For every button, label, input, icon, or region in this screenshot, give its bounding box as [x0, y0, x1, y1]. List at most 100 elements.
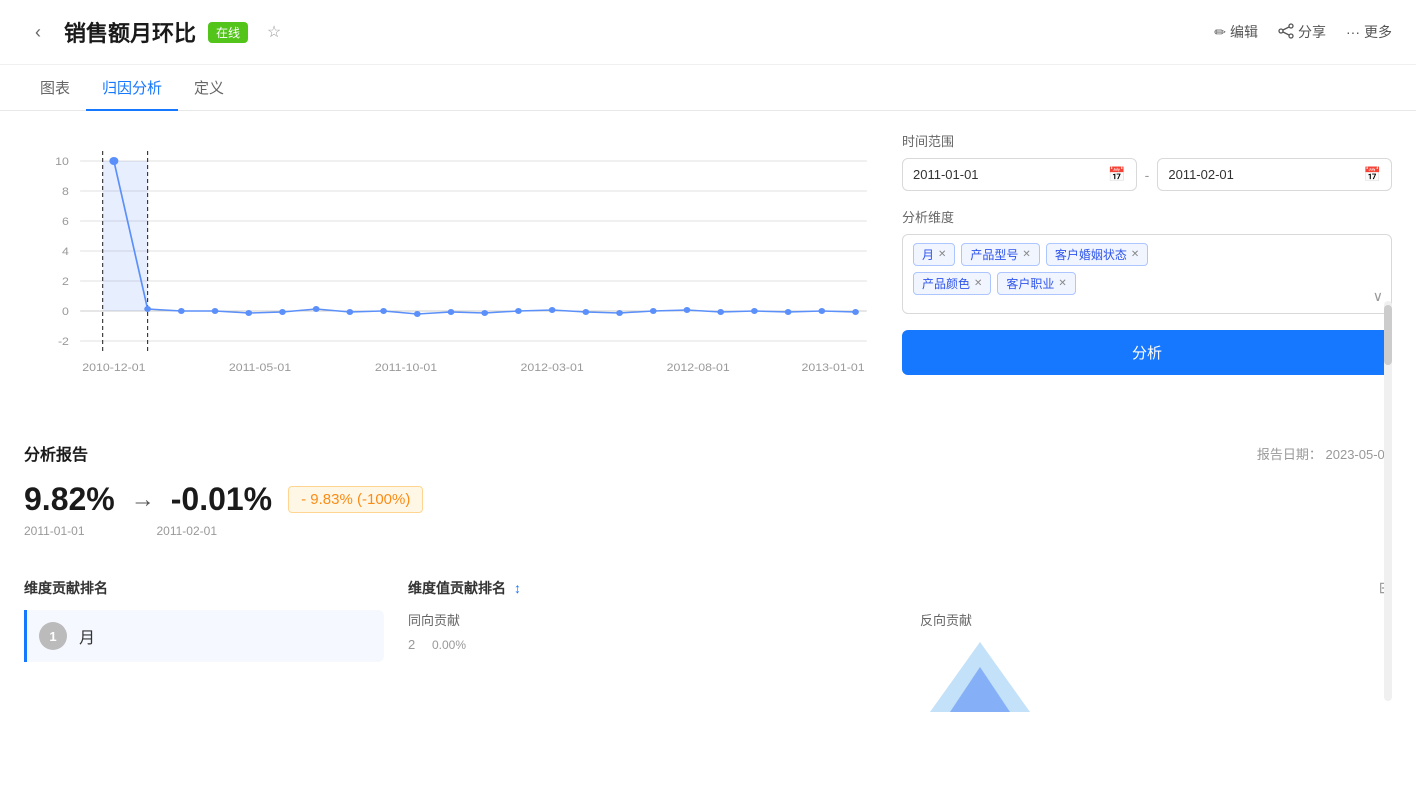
remove-product-type-icon[interactable]: ✕: [1022, 249, 1030, 260]
share-label: 分享: [1298, 22, 1326, 42]
svg-text:8: 8: [62, 186, 69, 198]
dimension-tags-row1: 月 ✕ 产品型号 ✕ 客户婚姻状态 ✕: [913, 243, 1381, 266]
dim-val-header: 维度值贡献排名 ↕ ⊞: [408, 578, 1392, 598]
line-chart: 10 8 6 4 2 0 -2 2010-12-01 2011-05-01 20…: [24, 131, 878, 421]
dim-val-ranking-panel: 维度值贡献排名 ↕ ⊞ 同向贡献 2 0.00% 反向贡献: [408, 578, 1392, 717]
edit-label: 编辑: [1230, 22, 1258, 42]
dimension-tag-customer-job-label: 客户职业: [1006, 275, 1054, 292]
svg-text:2011-05-01: 2011-05-01: [229, 362, 291, 374]
metric-row: 9.82% → -0.01% - 9.83% (-100%): [24, 481, 1392, 518]
svg-text:6: 6: [62, 216, 69, 228]
remove-product-color-icon[interactable]: ✕: [974, 278, 982, 289]
rank-name: 月: [79, 624, 95, 648]
remove-month-icon[interactable]: ✕: [938, 249, 946, 260]
report-header: 分析报告 报告日期： 2023-05-03: [24, 441, 1392, 465]
dimension-label: 分析维度: [902, 207, 1392, 226]
ranking-item: 1 月: [24, 610, 384, 662]
dimension-tag-product-type-label: 产品型号: [970, 246, 1018, 263]
time-range-section: 时间范围 2011-01-01 📅 - 2011-02-01 📅: [902, 131, 1392, 191]
dimension-tag-month-label: 月: [922, 246, 934, 263]
tab-chart[interactable]: 图表: [24, 65, 86, 110]
date-end-input[interactable]: 2011-02-01 📅: [1157, 158, 1392, 191]
dimension-section: 分析维度 月 ✕ 产品型号 ✕ 客户婚姻状态 ✕: [902, 207, 1392, 314]
svg-text:-2: -2: [58, 336, 69, 348]
dimension-tag-product-color-label: 产品颜色: [922, 275, 970, 292]
status-badge: 在线: [208, 22, 248, 43]
dimension-tags-row2: 产品颜色 ✕ 客户职业 ✕: [913, 272, 1381, 295]
positive-contrib-section: 同向贡献 2 0.00%: [408, 610, 880, 717]
tab-definition[interactable]: 定义: [178, 65, 240, 110]
contrib-item-val: 0.00%: [432, 638, 466, 652]
tab-attribution[interactable]: 归因分析: [86, 65, 178, 110]
contrib-item-num: 2: [408, 637, 424, 652]
svg-text:2012-03-01: 2012-03-01: [521, 362, 584, 374]
metric-from-value: 9.82%: [24, 481, 115, 518]
negative-contrib-chart: [920, 637, 1040, 717]
more-icon: ···: [1346, 24, 1360, 40]
right-filter-panel: 时间范围 2011-01-01 📅 - 2011-02-01 📅 分析维度 月: [902, 131, 1392, 421]
bottom-section: 维度贡献排名 1 月 维度值贡献排名 ↕ ⊞ 同向贡献 2 0.00% 反向贡献: [0, 578, 1416, 717]
svg-text:2010-12-01: 2010-12-01: [82, 362, 145, 374]
report-date-value: 2023-05-03: [1326, 447, 1393, 462]
report-title: 分析报告: [24, 441, 88, 465]
time-range-label: 时间范围: [902, 131, 1392, 150]
dimension-tag-product-color[interactable]: 产品颜色 ✕: [913, 272, 991, 295]
sort-icon[interactable]: ↕: [514, 580, 521, 596]
scrollbar-thumb[interactable]: [1384, 305, 1392, 365]
remove-customer-job-icon[interactable]: ✕: [1058, 278, 1066, 289]
analyze-button[interactable]: 分析: [902, 330, 1392, 375]
page-header: ‹ 销售额月环比 在线 ☆ ✏ 编辑 分享 ··· 更多: [0, 0, 1416, 65]
share-button[interactable]: 分享: [1278, 22, 1326, 42]
date-start-value: 2011-01-01: [913, 167, 979, 182]
dim-val-ranking-title: 维度值贡献排名: [408, 578, 506, 598]
chart-container: 10 8 6 4 2 0 -2 2010-12-01 2011-05-01 20…: [24, 131, 878, 421]
positive-contrib-label: 同向贡献: [408, 610, 880, 629]
metric-dates: 2011-01-01 2011-02-01: [24, 524, 1392, 538]
date-start-input[interactable]: 2011-01-01 📅: [902, 158, 1137, 191]
metric-date-to: 2011-02-01: [157, 524, 218, 538]
date-end-value: 2011-02-01: [1168, 167, 1234, 182]
svg-text:2011-10-01: 2011-10-01: [375, 362, 437, 374]
remove-marital-status-icon[interactable]: ✕: [1131, 249, 1139, 260]
calendar-start-icon: 📅: [1108, 166, 1125, 183]
svg-text:2013-01-01: 2013-01-01: [801, 362, 864, 374]
dimension-tag-product-type[interactable]: 产品型号 ✕: [961, 243, 1039, 266]
dimension-tags-container: 月 ✕ 产品型号 ✕ 客户婚姻状态 ✕ 产品颜色 ✕: [902, 234, 1392, 314]
negative-contrib-section: 反向贡献: [920, 610, 1392, 717]
arrow-icon: →: [131, 486, 155, 514]
dimension-tag-customer-job[interactable]: 客户职业 ✕: [997, 272, 1075, 295]
report-date: 报告日期： 2023-05-03: [1257, 444, 1392, 463]
more-button[interactable]: ··· 更多: [1346, 22, 1392, 42]
tab-bar: 图表 归因分析 定义: [0, 65, 1416, 111]
svg-text:2012-08-01: 2012-08-01: [667, 362, 730, 374]
date-range: 2011-01-01 📅 - 2011-02-01 📅: [902, 158, 1392, 191]
more-label: 更多: [1364, 22, 1392, 42]
positive-contrib-item: 2 0.00%: [408, 637, 880, 652]
metric-change-badge: - 9.83% (-100%): [288, 486, 423, 513]
dimension-tag-marital-status[interactable]: 客户婚姻状态 ✕: [1046, 243, 1148, 266]
svg-text:10: 10: [55, 156, 69, 168]
chart-panel: 10 8 6 4 2 0 -2 2010-12-01 2011-05-01 20…: [24, 131, 878, 421]
favorite-button[interactable]: ☆: [260, 18, 288, 46]
calendar-end-icon: 📅: [1364, 166, 1381, 183]
dimension-ranking-panel: 维度贡献排名 1 月: [24, 578, 384, 717]
edit-button[interactable]: ✏ 编辑: [1214, 22, 1258, 42]
expand-dimensions-button[interactable]: ∨: [1373, 288, 1383, 305]
dimension-tag-marital-status-label: 客户婚姻状态: [1055, 246, 1127, 263]
back-button[interactable]: ‹: [24, 18, 52, 46]
report-date-label: 报告日期：: [1257, 447, 1322, 462]
header-actions: ✏ 编辑 分享 ··· 更多: [1214, 22, 1392, 42]
dimension-tag-month[interactable]: 月 ✕: [913, 243, 955, 266]
page-title: 销售额月环比: [64, 16, 196, 48]
report-section: 分析报告 报告日期： 2023-05-03 9.82% → -0.01% - 9…: [0, 441, 1416, 578]
svg-text:4: 4: [62, 246, 69, 258]
scrollbar-track[interactable]: [1384, 301, 1392, 701]
share-icon: [1278, 23, 1294, 42]
svg-text:2: 2: [62, 276, 69, 288]
metric-date-from: 2011-01-01: [24, 524, 85, 538]
contrib-sections: 同向贡献 2 0.00% 反向贡献: [408, 610, 1392, 717]
rank-number: 1: [39, 622, 67, 650]
dimension-ranking-title: 维度贡献排名: [24, 578, 384, 598]
metric-to-value: -0.01%: [171, 481, 272, 518]
negative-contrib-label: 反向贡献: [920, 610, 1392, 629]
